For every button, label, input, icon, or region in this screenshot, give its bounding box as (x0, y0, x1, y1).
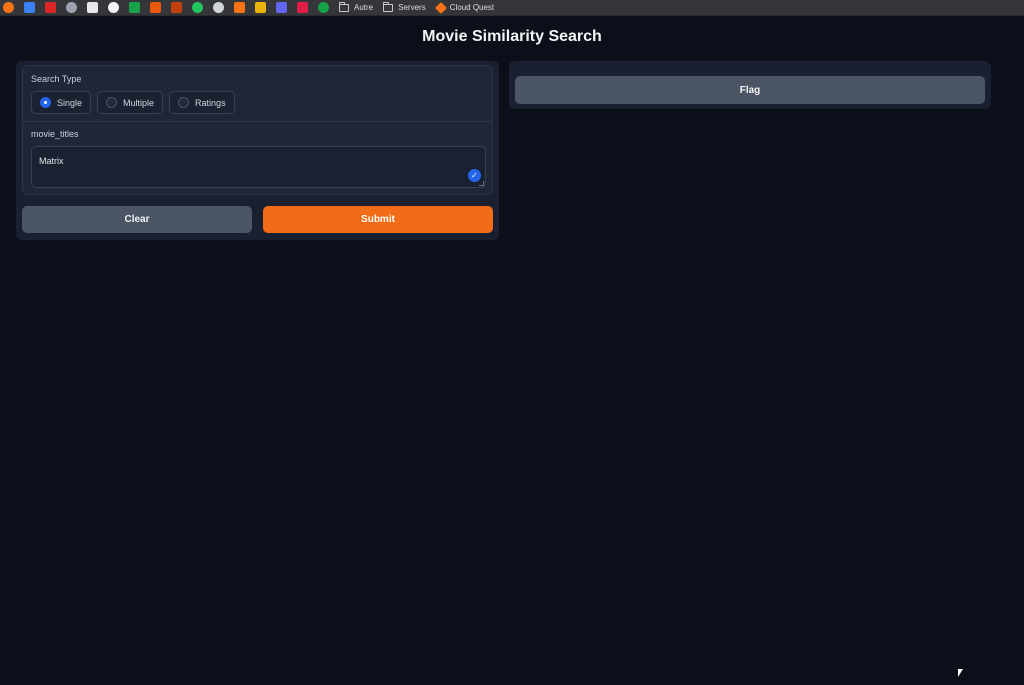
textarea-value: Matrix (39, 156, 64, 166)
diamond-icon[interactable] (255, 2, 266, 13)
alien-icon[interactable] (213, 2, 224, 13)
sheets-icon[interactable] (129, 2, 140, 13)
github-icon[interactable] (108, 2, 119, 13)
output-panel: Flag (509, 61, 991, 109)
tool-icon[interactable] (150, 2, 161, 13)
square2-icon[interactable] (297, 2, 308, 13)
radio-unchecked-icon[interactable] (178, 97, 190, 108)
radio-ratings[interactable]: Ratings (169, 91, 235, 114)
yt-icon[interactable] (45, 2, 56, 13)
search-type-radio-group: Single Multiple Ratings (31, 91, 235, 114)
app-icon[interactable] (24, 2, 35, 13)
cloud-quest-icon (434, 1, 447, 14)
resize-handle-icon[interactable] (479, 181, 484, 186)
square-icon[interactable] (276, 2, 287, 13)
folder-icon (383, 1, 394, 12)
bookmark-label: Cloud Quest (449, 3, 495, 12)
printer-icon[interactable] (87, 2, 98, 13)
firefox-icon[interactable] (3, 2, 14, 13)
bookmark-cloud-quest[interactable]: Cloud Quest (434, 1, 495, 14)
divider (23, 121, 492, 122)
input-panel: Search Type Single Multiple Ratings movi… (16, 61, 499, 240)
bookmark-folder-servers[interactable]: Servers (383, 1, 426, 12)
folder-label: Autre (354, 3, 374, 12)
radio-unchecked-icon[interactable] (106, 97, 118, 108)
bookmarks-bar: Autre Servers Cloud Quest (0, 0, 1024, 16)
radio-label: Single (57, 97, 83, 108)
radio-single[interactable]: Single (31, 91, 92, 114)
search-type-label: Search Type (31, 74, 82, 84)
movie-titles-textarea[interactable]: Matrix ✓ (31, 146, 486, 188)
form-block: Search Type Single Multiple Ratings movi… (22, 65, 493, 195)
radio-label: Multiple (123, 97, 155, 108)
flag-button[interactable]: Flag (515, 76, 985, 104)
radio-checked-icon[interactable] (40, 97, 51, 108)
whatsapp-icon[interactable] (192, 2, 203, 13)
x-icon[interactable] (234, 2, 245, 13)
folder-icon (339, 1, 349, 12)
leaf-icon[interactable] (318, 2, 329, 13)
folder-label: Servers (398, 3, 426, 12)
network-icon[interactable] (66, 2, 77, 13)
page-title: Movie Similarity Search (422, 28, 602, 45)
movie-titles-label: movie_titles (31, 129, 79, 139)
submit-button[interactable]: Submit (263, 206, 493, 233)
radio-multiple[interactable]: Multiple (97, 91, 164, 114)
tool2-icon[interactable] (171, 2, 182, 13)
clear-button[interactable]: Clear (22, 206, 252, 233)
radio-label: Ratings (195, 97, 226, 108)
bookmark-folder-autre[interactable]: Autre (339, 1, 374, 12)
mouse-cursor-icon (958, 669, 963, 677)
